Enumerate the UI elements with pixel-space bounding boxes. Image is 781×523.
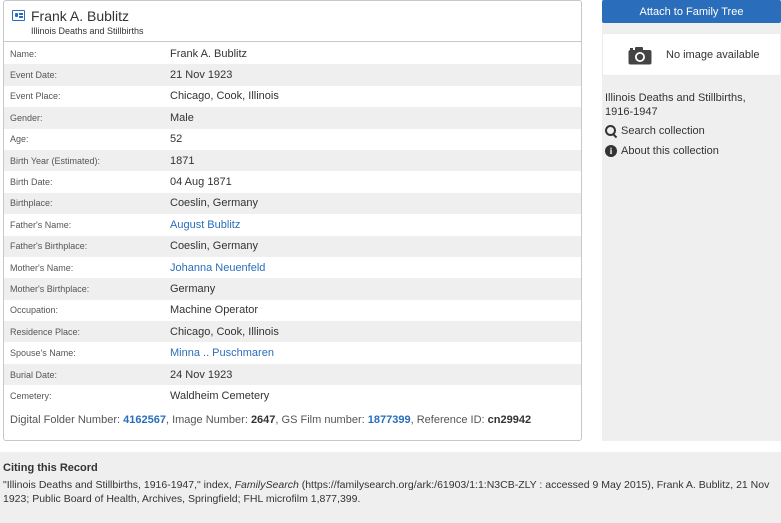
image-number-value: 2647 bbox=[250, 414, 276, 426]
field-row: Gender: Male bbox=[4, 107, 581, 129]
reference-id-value: cn29942 bbox=[487, 414, 532, 426]
field-label: Event Date: bbox=[10, 70, 58, 81]
reference-id-label: Reference ID: bbox=[416, 414, 485, 426]
search-collection-link[interactable]: Search collection bbox=[605, 125, 705, 137]
record-header: Frank A. Bublitz Illinois Deaths and Sti… bbox=[4, 1, 581, 42]
field-label: Name: bbox=[10, 48, 37, 59]
field-value: Machine Operator bbox=[170, 304, 259, 317]
citing-title: Citing this Record bbox=[3, 462, 98, 474]
field-label: Cemetery: bbox=[10, 390, 52, 401]
field-row: Birthplace: Coeslin, Germany bbox=[4, 192, 581, 215]
field-value: Male bbox=[170, 111, 194, 124]
field-label: Spouse's Name: bbox=[10, 348, 76, 359]
field-label: Father's Birthplace: bbox=[10, 241, 88, 252]
field-row: Birth Date: 04 Aug 1871 bbox=[4, 171, 581, 192]
field-label: Mother's Birthplace: bbox=[10, 283, 90, 294]
digital-folder-label: Digital Folder Number: bbox=[10, 414, 121, 426]
gs-film-link[interactable]: 1877399 bbox=[368, 414, 411, 426]
record-panel: Frank A. Bublitz Illinois Deaths and Sti… bbox=[3, 0, 582, 441]
folder-info: Digital Folder Number: 4162567, Image Nu… bbox=[10, 414, 532, 426]
field-label: Birthplace: bbox=[10, 198, 53, 209]
about-collection-link[interactable]: i About this collection bbox=[605, 145, 719, 157]
field-label: Father's Name: bbox=[10, 219, 72, 230]
info-icon: i bbox=[605, 145, 617, 157]
field-value: Coeslin, Germany bbox=[170, 240, 259, 253]
field-label: Birth Date: bbox=[10, 177, 53, 188]
gs-film-label: GS Film number: bbox=[281, 414, 365, 426]
field-label: Mother's Name: bbox=[10, 262, 74, 273]
search-collection-label: Search collection bbox=[621, 125, 705, 137]
field-row: Mother's Birthplace: Germany bbox=[4, 278, 581, 300]
field-row: Spouse's Name: Minna .. Puschmaren bbox=[4, 342, 581, 363]
field-row: Residence Place: Chicago, Cook, Illinois bbox=[4, 321, 581, 343]
no-image-text: No image available bbox=[666, 49, 760, 61]
record-subtitle: Illinois Deaths and Stillbirths bbox=[31, 26, 144, 36]
field-row: Birth Year (Estimated): 1871 bbox=[4, 149, 581, 172]
field-row: Mother's Name: Johanna Neuenfeld bbox=[4, 257, 581, 278]
field-value-link[interactable]: Johanna Neuenfeld bbox=[170, 262, 265, 274]
about-collection-label: About this collection bbox=[621, 145, 719, 157]
field-value: Germany bbox=[170, 282, 216, 295]
field-row: Cemetery: Waldheim Cemetery bbox=[4, 385, 581, 406]
field-value: 1871 bbox=[170, 154, 195, 167]
field-label: Gender: bbox=[10, 112, 43, 123]
field-value: Coeslin, Germany bbox=[170, 197, 259, 210]
field-value: 21 Nov 1923 bbox=[170, 69, 233, 82]
field-value: 52 bbox=[170, 133, 183, 146]
field-value: Frank A. Bublitz bbox=[170, 47, 248, 60]
field-row: Father's Name: August Bublitz bbox=[4, 214, 581, 235]
collection-title: Illinois Deaths and Stillbirths, 1916-19… bbox=[605, 92, 746, 118]
record-fields: Name: Frank A. Bublitz Event Date: 21 Nov 1… bbox=[4, 43, 581, 407]
digital-folder-link[interactable]: 4162567 bbox=[123, 414, 166, 426]
attach-to-family-tree-button[interactable]: Attach to Family Tree bbox=[602, 0, 781, 23]
citing-text-before: "Illinois Deaths and Stillbirths, 1916-1… bbox=[3, 479, 235, 491]
field-row: Event Place: Chicago, Cook, Illinois bbox=[4, 86, 581, 107]
field-value: Chicago, Cook, Illinois bbox=[170, 90, 279, 103]
field-value: 04 Aug 1871 bbox=[170, 176, 232, 189]
citing-source: FamilySearch bbox=[234, 479, 299, 491]
field-row: Age: 52 bbox=[4, 129, 581, 150]
record-title: Frank A. Bublitz bbox=[31, 8, 130, 24]
field-row: Name: Frank A. Bublitz bbox=[4, 43, 581, 64]
field-value: Chicago, Cook, Illinois bbox=[170, 325, 279, 338]
field-label: Residence Place: bbox=[10, 326, 81, 337]
field-label: Birth Year (Estimated): bbox=[10, 155, 101, 166]
search-icon bbox=[605, 125, 617, 137]
image-number-label: Image Number: bbox=[172, 414, 248, 426]
field-value-link[interactable]: Minna .. Puschmaren bbox=[170, 347, 274, 359]
citing-section: Citing this Record "Illinois Deaths and … bbox=[0, 452, 781, 523]
field-label: Event Place: bbox=[10, 91, 61, 102]
field-row: Burial Date: 24 Nov 1923 bbox=[4, 363, 581, 386]
field-row: Event Date: 21 Nov 1923 bbox=[4, 64, 581, 86]
field-label: Occupation: bbox=[10, 305, 59, 316]
field-value: 24 Nov 1923 bbox=[170, 368, 233, 381]
field-label: Burial Date: bbox=[10, 369, 58, 380]
field-value-link[interactable]: August Bublitz bbox=[170, 219, 240, 231]
citing-text: "Illinois Deaths and Stillbirths, 1916-1… bbox=[3, 478, 778, 506]
field-label: Age: bbox=[10, 134, 29, 145]
field-value: Waldheim Cemetery bbox=[170, 389, 270, 402]
no-image-box: No image available bbox=[602, 33, 781, 76]
camera-icon bbox=[628, 47, 652, 65]
field-row: Occupation: Machine Operator bbox=[4, 300, 581, 321]
field-row: Father's Birthplace: Coeslin, Germany bbox=[4, 235, 581, 257]
record-card-icon bbox=[12, 10, 25, 21]
